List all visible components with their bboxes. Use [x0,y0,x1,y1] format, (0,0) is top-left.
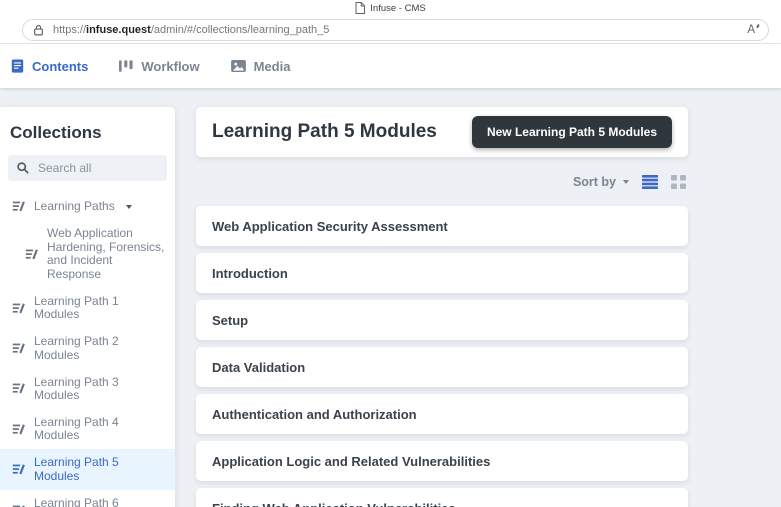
collection-icon [12,463,25,476]
app-body: Collections Learning Paths [0,88,781,507]
collections-heading: Collections [10,123,102,142]
entry-card-data-validation[interactable]: Data Validation [196,347,688,387]
app-nav: Contents Workflow Media [0,44,781,88]
sidebar-item-web-application-hardening[interactable]: Web Application Hardening, Forensics, an… [0,220,175,288]
sidebar-item-learning-path-5-modules[interactable]: Learning Path 5 Modules [0,449,175,490]
browser-window: Infuse - CMS https://infuse.quest/admin/… [0,0,781,507]
collection-icon [12,200,25,213]
entry-card-application-logic[interactable]: Application Logic and Related Vulnerabil… [196,441,688,481]
search-input[interactable] [36,160,158,176]
grid-view-button[interactable] [671,174,686,189]
entry-card-finding-web-application-vulnerabilities[interactable]: Finding Web Application Vulnerabilities [196,488,688,507]
sidebar-item-label: Web Application Hardening, Forensics, an… [47,226,165,281]
collection-icon [12,342,25,355]
read-aloud-icon[interactable]: A [747,23,759,36]
contents-icon [11,59,24,73]
new-entry-button[interactable]: New Learning Path 5 Modules [471,116,672,148]
tab-contents[interactable]: Contents [11,59,88,74]
media-icon [230,60,246,72]
entry-title: Application Logic and Related Vulnerabil… [212,453,491,469]
entry-title: Introduction [212,265,288,281]
sidebar-item-label: Learning Path 2 Modules [34,334,119,362]
read-aloud-letter: A [747,23,755,36]
page-favicon-icon [355,2,366,14]
url-text: https://infuse.quest/admin/#/collections… [53,24,329,36]
list-controls: Sort by [196,157,688,206]
search-icon [17,162,29,174]
browser-titlebar: Infuse - CMS [0,0,781,16]
chevron-down-icon [125,204,132,209]
address-bar[interactable]: https://infuse.quest/admin/#/collections… [22,18,769,41]
read-aloud-tick [755,23,759,28]
main-content: Learning Path 5 Modules New Learning Pat… [196,107,688,507]
entry-card-authentication-and-authorization[interactable]: Authentication and Authorization [196,394,688,434]
search-box[interactable] [8,155,167,181]
sidebar-item-learning-path-3-modules[interactable]: Learning Path 3 Modules [0,369,175,409]
sidebar-item-learning-path-6-modules[interactable]: Learning Path 6 Modules [0,490,175,507]
sidebar-item-label: Learning Path 1 Modules [34,293,119,322]
collection-icon [25,248,38,261]
entry-card-setup[interactable]: Setup [196,300,688,340]
sidebar-item-learning-path-2-modules[interactable]: Learning Path 2 Modules [0,328,175,368]
tab-contents-label: Contents [32,58,89,74]
entries-list: Web Application Security Assessment Intr… [196,206,688,507]
sidebar-item-label: Learning Path 4 Modules [34,415,119,443]
list-view-button[interactable] [642,174,658,189]
workflow-icon [119,59,133,73]
collection-icon [12,504,25,507]
sidebar-item-learning-path-1-modules[interactable]: Learning Path 1 Modules [0,288,175,328]
collection-icon [12,423,25,436]
entry-title: Finding Web Application Vulnerabilities [212,501,456,507]
sidebar-item-label: Learning Path 6 Modules [34,495,119,507]
sidebar-item-label: Learning Path 5 Modules [34,455,119,483]
entry-title: Data Validation [212,359,306,375]
tab-title: Infuse - CMS [370,2,426,14]
browser-url-row: https://infuse.quest/admin/#/collections… [0,16,781,44]
collection-header-card: Learning Path 5 Modules New Learning Pat… [196,107,688,157]
sidebar-item-learning-paths[interactable]: Learning Paths [0,193,175,220]
url-domain: infuse.quest [86,23,151,36]
chevron-down-icon [623,179,629,184]
url-scheme: https:// [53,23,87,36]
entry-title: Web Application Security Assessment [212,218,448,234]
tab-workflow[interactable]: Workflow [119,58,200,74]
sort-by-dropdown[interactable]: Sort by [573,175,629,189]
collection-icon [12,382,25,395]
url-path: /admin/#/collections/learning_path_5 [150,23,330,36]
tab-media-label: Media [253,58,291,74]
entry-card-introduction[interactable]: Introduction [196,253,688,293]
page-title: Learning Path 5 Modules [212,121,437,142]
entry-card-web-application-security-assessment[interactable]: Web Application Security Assessment [196,206,688,246]
entry-title: Authentication and Authorization [212,406,417,422]
tab-workflow-label: Workflow [141,58,200,74]
sidebar-item-label: Learning Paths [34,199,115,213]
sidebar-item-label: Learning Path 3 Modules [34,374,119,402]
lock-icon[interactable] [33,24,44,36]
sort-by-label: Sort by [572,174,616,189]
collection-icon [12,302,25,315]
collections-sidebar: Collections Learning Paths [0,107,175,507]
sidebar-item-learning-path-4-modules[interactable]: Learning Path 4 Modules [0,409,175,449]
tab-media[interactable]: Media [230,58,291,74]
collections-list: Learning Paths Web Application Hardening… [0,193,175,507]
entry-title: Setup [212,312,249,328]
